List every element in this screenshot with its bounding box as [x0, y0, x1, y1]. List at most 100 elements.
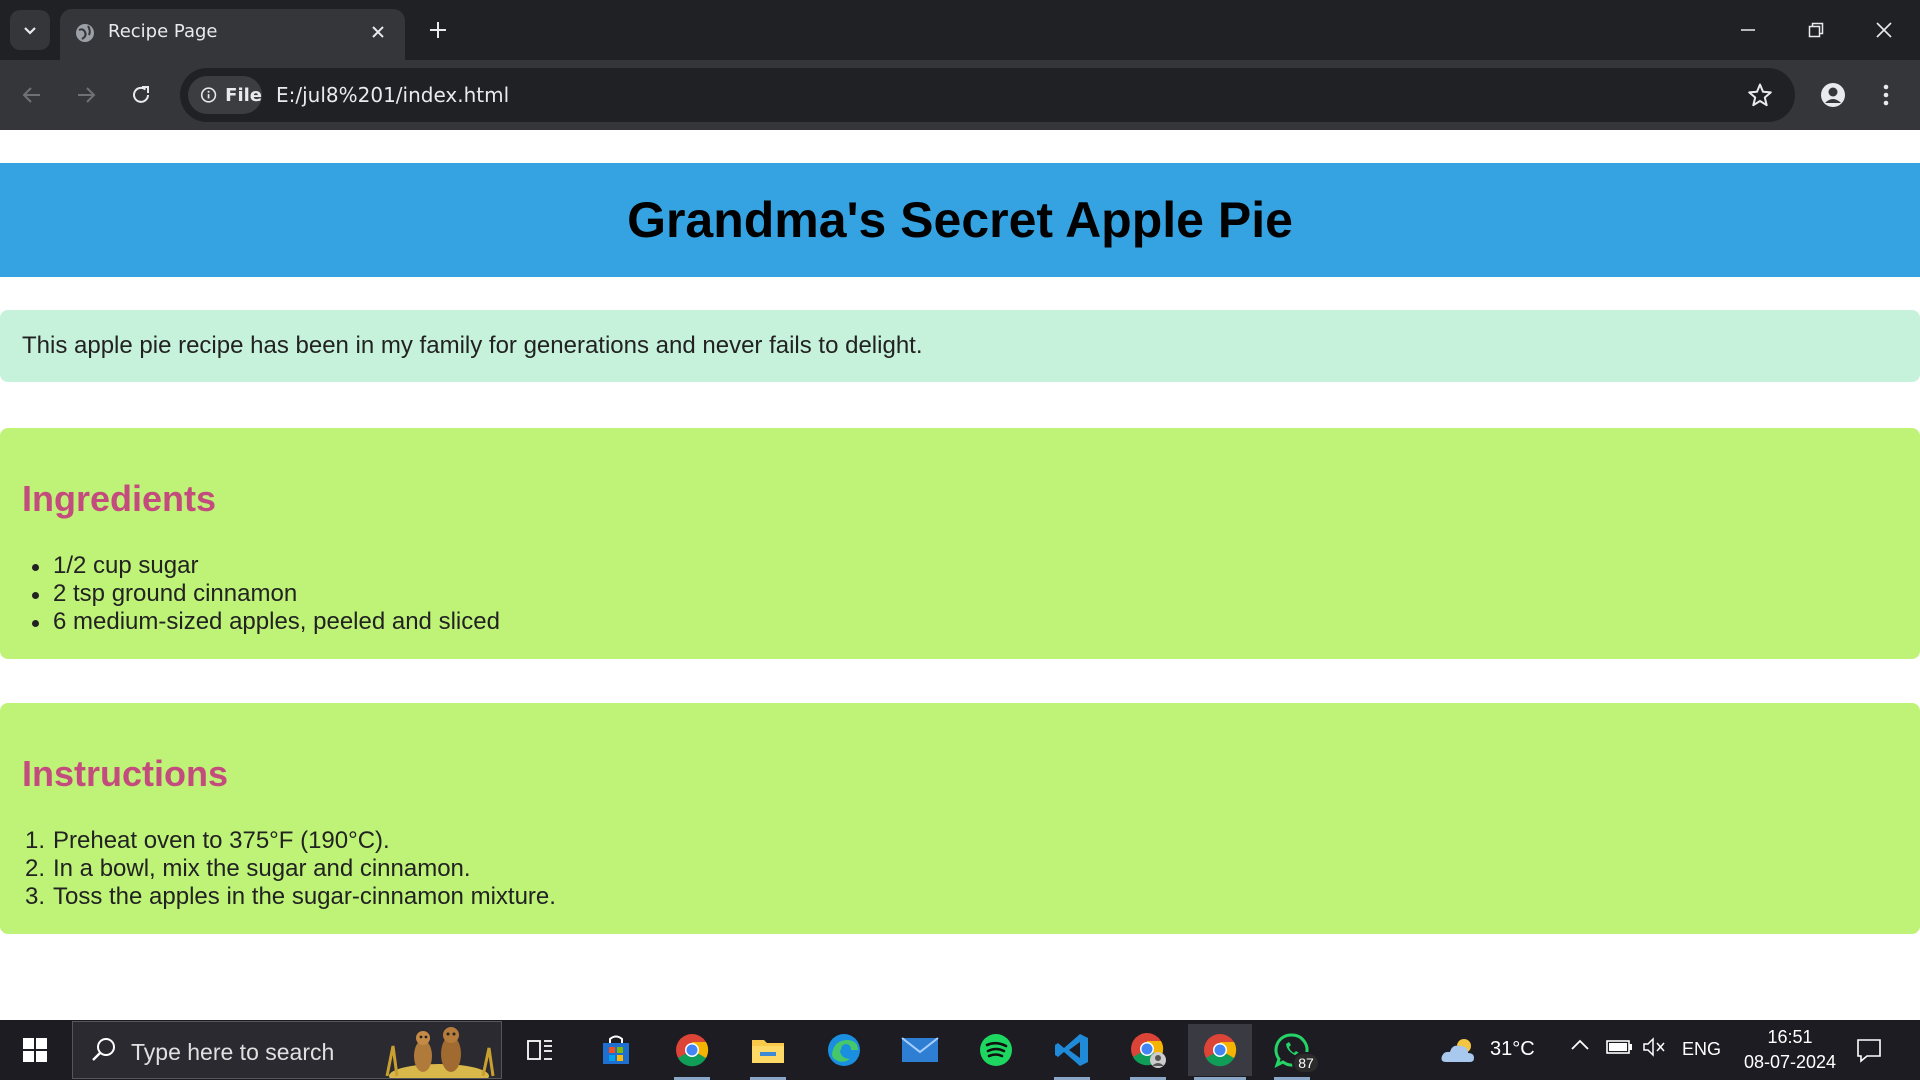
spotify-icon — [980, 1034, 1012, 1066]
step-text: Toss the apples in the sugar-cinnamon mi… — [53, 883, 556, 910]
step-text: Preheat oven to 375°F (190°C). — [53, 827, 390, 854]
clock[interactable]: 16:51 08-07-2024 — [1730, 1025, 1850, 1075]
ingredients-list: 1/2 cup sugar 2 tsp ground cinnamon 6 me… — [22, 552, 500, 636]
step-number: 1. — [25, 827, 46, 854]
task-view-button[interactable] — [510, 1024, 570, 1076]
taskbar-chrome-active[interactable] — [1188, 1024, 1252, 1080]
chevron-down-icon — [24, 27, 36, 35]
notifications-button[interactable] — [1855, 1036, 1883, 1069]
minimize-button[interactable] — [1714, 0, 1782, 60]
mail-icon — [901, 1037, 939, 1062]
weather-temperature: 31°C — [1490, 1038, 1535, 1060]
restore-icon — [1808, 22, 1824, 38]
taskbar-search[interactable]: Type here to search — [72, 1021, 502, 1079]
microsoft-store-icon — [603, 1035, 629, 1064]
ingredient-item: 1/2 cup sugar — [22, 552, 500, 580]
page-header: Grandma's Secret Apple Pie — [0, 163, 1920, 277]
taskbar-whatsapp[interactable]: 87 — [1262, 1024, 1322, 1080]
start-button[interactable] — [0, 1020, 70, 1080]
profile-icon — [1821, 83, 1845, 107]
profile-button[interactable] — [1813, 75, 1853, 115]
arrow-right-icon — [78, 87, 96, 103]
page-title: Grandma's Secret Apple Pie — [627, 192, 1293, 248]
tab-strip: Recipe Page — [0, 0, 1920, 60]
instruction-step: 2. In a bowl, mix the sugar and cinnamon. — [22, 855, 556, 883]
search-icon — [92, 1038, 115, 1061]
taskbar-edge[interactable] — [814, 1024, 874, 1076]
intro-section: This apple pie recipe has been in my fam… — [0, 310, 1920, 382]
instructions-heading: Instructions — [22, 753, 229, 794]
ingredient-item: 2 tsp ground cinnamon — [22, 580, 500, 608]
page-content: Grandma's Secret Apple Pie This apple pi… — [0, 130, 1920, 1020]
task-view-icon — [527, 1040, 552, 1060]
url-text[interactable]: E:/jul8%201/index.html — [276, 83, 509, 107]
tab-title: Recipe Page — [108, 21, 218, 42]
taskbar-vscode[interactable] — [1042, 1024, 1102, 1080]
clock-time: 16:51 — [1767, 1027, 1813, 1047]
battery-icon — [1606, 1040, 1632, 1054]
chevron-up-icon — [1571, 1039, 1589, 1050]
back-button[interactable] — [12, 75, 52, 115]
minimize-icon — [1741, 29, 1755, 31]
tab-search-button[interactable] — [10, 10, 50, 50]
new-tab-button[interactable] — [420, 12, 456, 48]
show-hidden-icons-button[interactable] — [1570, 1038, 1590, 1057]
taskbar-mail[interactable] — [890, 1024, 950, 1076]
browser-tab[interactable]: Recipe Page — [60, 9, 405, 60]
clock-date: 08-07-2024 — [1743, 1052, 1837, 1072]
folder-icon — [752, 1040, 784, 1063]
notification-icon — [1857, 1039, 1881, 1063]
search-placeholder: Type here to search — [131, 1039, 335, 1065]
taskbar-chrome[interactable] — [662, 1024, 722, 1080]
more-vertical-icon — [1883, 84, 1889, 106]
bookmark-button[interactable] — [1745, 80, 1775, 110]
step-text: In a bowl, mix the sugar and cinnamon. — [53, 855, 471, 882]
ingredients-section: Ingredients 1/2 cup sugar 2 tsp ground c… — [0, 428, 1920, 659]
close-icon — [372, 26, 384, 38]
battery-button[interactable] — [1605, 1038, 1633, 1061]
volume-button[interactable] — [1642, 1036, 1666, 1063]
globe-icon — [76, 24, 94, 42]
instructions-section: Instructions 1. Preheat oven to 375°F (19… — [0, 703, 1920, 934]
taskbar-file-explorer[interactable] — [738, 1024, 798, 1080]
taskbar: Type here to search 87 31°C ENG 16:51 08… — [0, 1020, 1920, 1080]
weather-widget[interactable]: 31°C — [1440, 1030, 1540, 1070]
volume-muted-icon — [1643, 1037, 1665, 1057]
taskbar-chrome-profile[interactable] — [1118, 1024, 1178, 1080]
chrome-profile-icon — [1131, 1033, 1166, 1068]
chrome-icon — [1204, 1034, 1237, 1067]
browser-toolbar: File E:/jul8%201/index.html — [0, 60, 1920, 130]
intro-text: This apple pie recipe has been in my fam… — [22, 332, 923, 359]
plus-icon — [430, 22, 446, 38]
notification-badge: 87 — [1292, 1052, 1320, 1074]
close-icon — [1876, 22, 1892, 38]
step-number: 2. — [25, 855, 46, 882]
instruction-step: 3. Toss the apples in the sugar-cinnamon … — [22, 883, 556, 911]
address-bar[interactable]: File E:/jul8%201/index.html — [180, 68, 1795, 122]
chrome-icon — [676, 1034, 709, 1067]
info-icon — [200, 87, 217, 103]
step-number: 3. — [25, 883, 46, 910]
forward-button[interactable] — [66, 75, 106, 115]
reload-button[interactable] — [121, 75, 161, 115]
tab-close-button[interactable] — [365, 19, 391, 45]
meerkat-illustration-icon — [385, 1027, 495, 1078]
instruction-step: 1. Preheat oven to 375°F (190°C). — [22, 827, 556, 855]
reload-icon — [133, 86, 149, 103]
ingredient-item: 6 medium-sized apples, peeled and sliced — [22, 608, 500, 636]
site-chip-label: File — [225, 84, 262, 106]
restore-button[interactable] — [1782, 0, 1850, 60]
close-window-button[interactable] — [1850, 0, 1918, 60]
language-indicator[interactable]: ENG — [1682, 1039, 1721, 1060]
cloud-icon — [1441, 1039, 1474, 1062]
vscode-icon — [1055, 1034, 1088, 1066]
arrow-left-icon — [22, 87, 40, 103]
ingredients-heading: Ingredients — [22, 478, 217, 519]
star-icon — [1748, 83, 1772, 107]
instructions-list: 1. Preheat oven to 375°F (190°C). 2. In a … — [22, 827, 556, 911]
site-info-chip[interactable]: File — [188, 76, 262, 114]
edge-icon — [828, 1034, 860, 1066]
taskbar-spotify[interactable] — [966, 1024, 1026, 1076]
taskbar-store[interactable] — [586, 1024, 646, 1076]
menu-button[interactable] — [1866, 75, 1906, 115]
